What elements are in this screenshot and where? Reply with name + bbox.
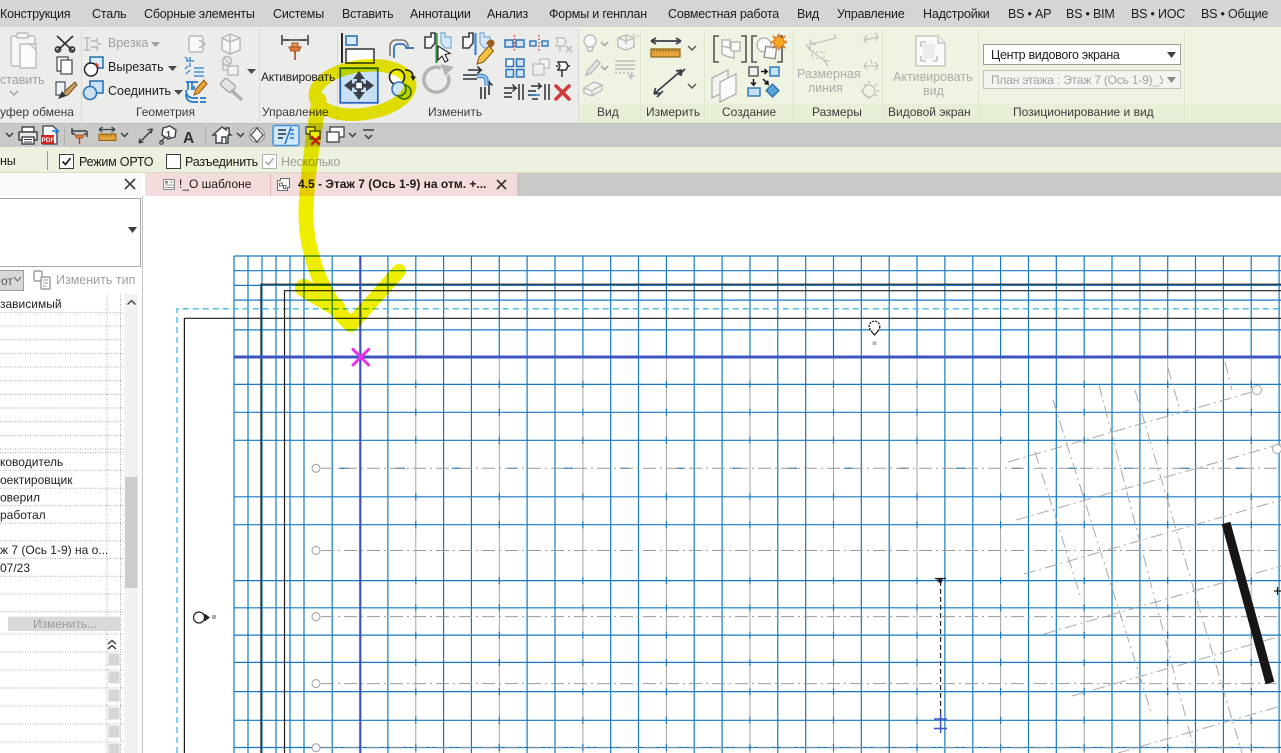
- svg-text:ководитель: ководитель: [0, 455, 63, 469]
- svg-text:Изменить...: Изменить...: [33, 617, 97, 631]
- svg-text:оектировщик: оектировщик: [0, 473, 73, 487]
- svg-text:07/23: 07/23: [0, 561, 30, 575]
- svg-text:зависимый: зависимый: [0, 297, 62, 311]
- svg-text:оверил: оверил: [0, 491, 40, 505]
- svg-text:работал: работал: [0, 508, 46, 522]
- svg-text:ж 7 (Ось 1-9) на о...: ж 7 (Ось 1-9) на о...: [0, 543, 108, 557]
